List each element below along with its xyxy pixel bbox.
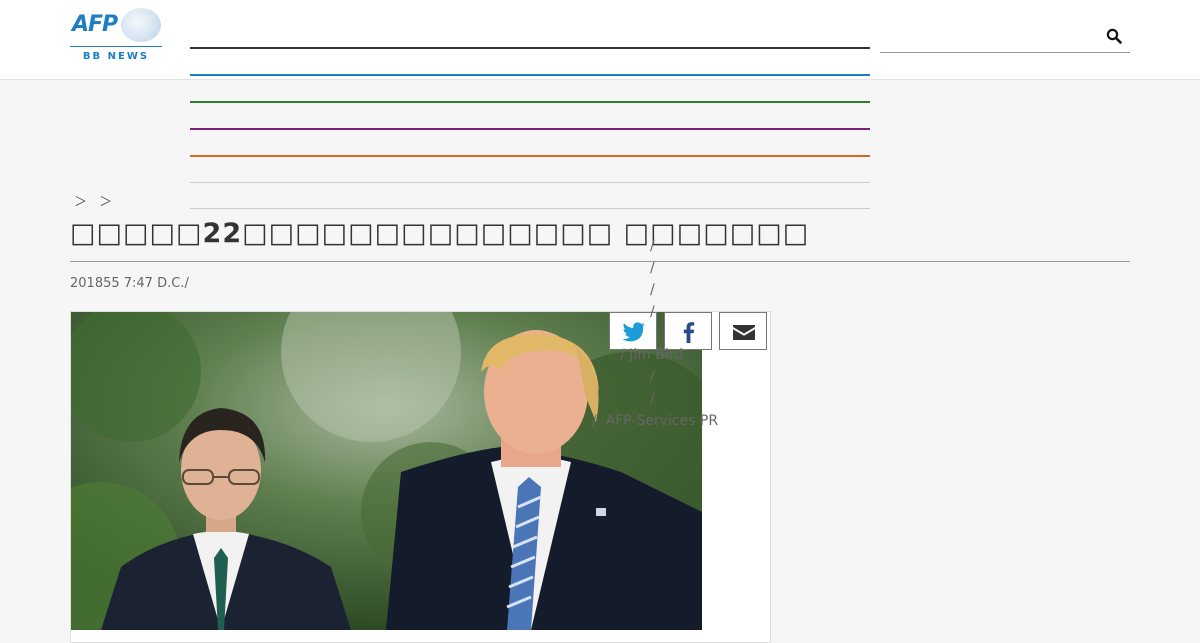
article-photo[interactable]: [71, 312, 702, 630]
globe-icon: [121, 8, 161, 42]
credit-separator: /: [650, 260, 655, 276]
breadcrumb[interactable]: ＞ ＞: [74, 191, 116, 210]
search-icon[interactable]: [1106, 28, 1122, 44]
nav-item-6[interactable]: [190, 182, 870, 183]
twitter-icon: [622, 322, 645, 342]
nav-item-7[interactable]: [190, 208, 870, 209]
afpbb-logo[interactable]: AFP BB NEWS: [70, 8, 162, 64]
site-header: AFP BB NEWS: [0, 0, 1200, 80]
article-dateline: 201855 7:47 D.C./: [70, 276, 189, 291]
credit-name: Jim Bird: [629, 347, 684, 363]
share-email-button[interactable]: [719, 312, 767, 350]
logo-rule: [70, 46, 162, 47]
credit-service[interactable]: / AFP-Services PR: [592, 413, 718, 429]
credit-separator: /: [650, 369, 655, 385]
nav-item-2[interactable]: [190, 74, 870, 76]
nav-item-5[interactable]: [190, 155, 870, 157]
search-input[interactable]: [880, 22, 1130, 53]
article-source: D.C./: [157, 276, 189, 291]
credit-service-label: AFP-Services PR: [605, 413, 719, 429]
envelope-icon: [733, 325, 755, 340]
credit-separator: /: [650, 238, 655, 254]
facebook-icon: [683, 322, 695, 343]
photo-illustration: [71, 312, 702, 630]
nav-item-3[interactable]: [190, 101, 870, 103]
nav-item-1[interactable]: [190, 47, 870, 49]
article-date: 201855 7:47: [70, 276, 153, 291]
article-headline: □□□□□22□□□□□□□□□□□□□□ □□□□□□□: [70, 218, 810, 249]
logo-subtitle: BB NEWS: [82, 51, 150, 62]
headline-divider: [70, 261, 1130, 262]
nav-item-4[interactable]: [190, 128, 870, 130]
logo-brand: AFP: [72, 12, 118, 37]
credit-photographer: / Jim Bird: [620, 347, 684, 363]
share-facebook-button[interactable]: [664, 312, 712, 350]
credit-separator: /: [650, 304, 655, 320]
credit-separator: /: [650, 391, 655, 407]
credit-separator: /: [650, 282, 655, 298]
